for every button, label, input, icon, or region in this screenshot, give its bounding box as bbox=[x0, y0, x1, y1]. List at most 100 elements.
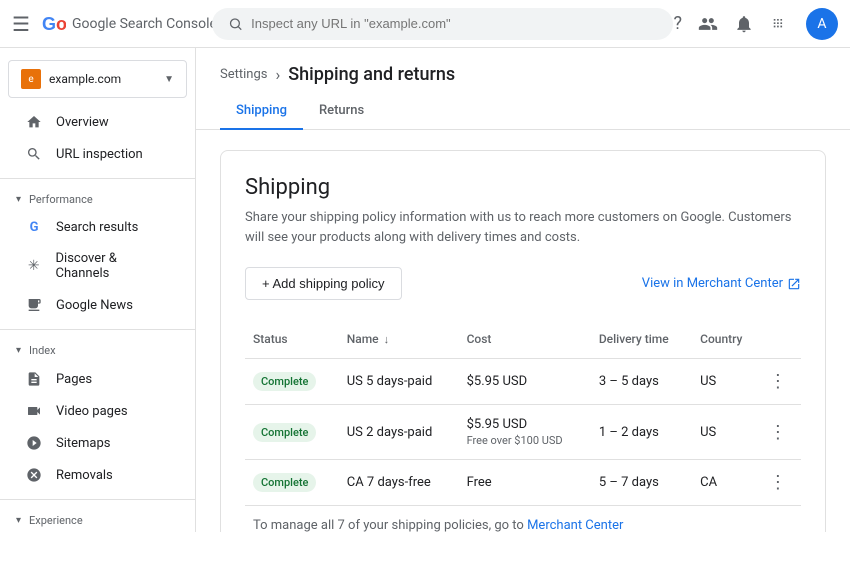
status-badge-complete: Complete bbox=[253, 473, 316, 492]
row-menu-icon[interactable]: ⋮ bbox=[769, 422, 787, 443]
search-icon bbox=[228, 16, 243, 32]
avatar[interactable]: A bbox=[806, 8, 838, 40]
breadcrumb-current: Shipping and returns bbox=[288, 64, 455, 85]
sidebar-item-pages[interactable]: Pages bbox=[0, 363, 187, 395]
shipping-title: Shipping bbox=[245, 175, 801, 200]
topbar: ☰ Google Google Search Console ? bbox=[0, 0, 850, 48]
col-name[interactable]: Name ↓ bbox=[339, 320, 459, 359]
row-menu-icon[interactable]: ⋮ bbox=[769, 371, 787, 392]
url-inspection-icon bbox=[24, 146, 44, 162]
status-badge-complete: Complete bbox=[253, 372, 316, 391]
apps-icon[interactable] bbox=[770, 14, 790, 34]
pages-label: Pages bbox=[56, 372, 92, 387]
row2-status: Complete bbox=[245, 405, 339, 460]
sidebar-item-google-news[interactable]: Google News bbox=[0, 289, 187, 321]
removals-label: Removals bbox=[56, 468, 113, 483]
content-area: Shipping Share your shipping policy info… bbox=[196, 130, 850, 532]
performance-header[interactable]: ▾ Performance bbox=[0, 187, 195, 212]
shipping-description: Share your shipping policy information w… bbox=[245, 208, 801, 247]
row2-menu[interactable]: ⋮ bbox=[761, 405, 801, 460]
overview-label: Overview bbox=[56, 115, 109, 130]
row1-menu[interactable]: ⋮ bbox=[761, 359, 801, 405]
bell-icon[interactable] bbox=[734, 14, 754, 34]
sitemaps-label: Sitemaps bbox=[56, 436, 111, 451]
row-menu-icon[interactable]: ⋮ bbox=[769, 472, 787, 493]
help-icon[interactable]: ? bbox=[673, 13, 682, 34]
property-selector[interactable]: e example.com ▼ bbox=[8, 60, 187, 98]
sidebar-item-sitemaps[interactable]: Sitemaps bbox=[0, 427, 187, 459]
dropdown-arrow-icon: ▼ bbox=[164, 74, 174, 85]
add-shipping-policy-button[interactable]: + Add shipping policy bbox=[245, 267, 402, 300]
index-header[interactable]: ▾ Index bbox=[0, 338, 195, 363]
app-title: Google Search Console bbox=[72, 16, 217, 32]
video-pages-icon bbox=[24, 403, 44, 419]
pages-icon bbox=[24, 371, 44, 387]
index-label: Index bbox=[29, 344, 56, 357]
row3-menu[interactable]: ⋮ bbox=[761, 460, 801, 506]
row1-country: US bbox=[692, 359, 761, 405]
row3-cost: Free bbox=[459, 460, 591, 506]
breadcrumb-parent[interactable]: Settings bbox=[220, 67, 267, 82]
property-icon: e bbox=[21, 69, 41, 89]
property-name: example.com bbox=[49, 72, 156, 86]
sidebar-item-overview[interactable]: Overview bbox=[0, 106, 187, 138]
experience-header[interactable]: ▾ Experience bbox=[0, 508, 195, 532]
performance-chevron-icon: ▾ bbox=[16, 194, 21, 205]
breadcrumb-separator: › bbox=[275, 65, 280, 84]
search-results-label: Search results bbox=[56, 220, 138, 235]
tab-returns[interactable]: Returns bbox=[303, 93, 380, 130]
breadcrumb: Settings › Shipping and returns bbox=[196, 48, 850, 85]
row1-delivery: 3 – 5 days bbox=[591, 359, 692, 405]
cost-sub-text: Free over $100 USD bbox=[467, 434, 583, 447]
tabs: Shipping Returns bbox=[196, 93, 850, 130]
row1-status: Complete bbox=[245, 359, 339, 405]
sidebar-item-search-results[interactable]: G Search results bbox=[0, 212, 187, 243]
footer-text: To manage all 7 of your shipping policie… bbox=[253, 518, 527, 532]
google-news-icon bbox=[24, 297, 44, 313]
discover-icon: ✳ bbox=[24, 258, 44, 274]
logo-area: Google Google Search Console bbox=[42, 12, 217, 36]
sidebar-item-removals[interactable]: Removals bbox=[0, 459, 187, 491]
table-row: Complete CA 7 days-free Free 5 – 7 days … bbox=[245, 460, 801, 506]
search-input[interactable] bbox=[251, 16, 657, 31]
table-body: Complete US 5 days-paid $5.95 USD 3 – 5 … bbox=[245, 359, 801, 506]
svg-text:Google: Google bbox=[42, 14, 66, 34]
google-news-label: Google News bbox=[56, 298, 133, 313]
search-bar[interactable] bbox=[212, 8, 673, 40]
shipping-card: Shipping Share your shipping policy info… bbox=[220, 150, 826, 532]
status-badge-complete: Complete bbox=[253, 423, 316, 442]
menu-icon[interactable]: ☰ bbox=[12, 12, 30, 36]
nav-section-experience: ▾ Experience Page Experience Core Web Vi… bbox=[0, 504, 195, 532]
sidebar: e example.com ▼ Overview URL inspection … bbox=[0, 48, 196, 532]
topbar-left: ☰ Google Google Search Console bbox=[12, 12, 212, 36]
shipping-table: Status Name ↓ Cost Delivery time Country… bbox=[245, 320, 801, 505]
table-row: Complete US 5 days-paid $5.95 USD 3 – 5 … bbox=[245, 359, 801, 405]
google-logo: Google bbox=[42, 12, 66, 36]
main-content: Settings › Shipping and returns Shipping… bbox=[196, 48, 850, 532]
nav-section-index: ▾ Index Pages Video pages Sitemaps Rem bbox=[0, 334, 195, 495]
merchant-center-link[interactable]: Merchant Center bbox=[527, 518, 623, 532]
tab-shipping[interactable]: Shipping bbox=[220, 93, 303, 130]
removals-icon bbox=[24, 467, 44, 483]
nav-section-main: Overview URL inspection bbox=[0, 102, 195, 174]
search-results-icon: G bbox=[24, 220, 44, 235]
row2-name: US 2 days-paid bbox=[339, 405, 459, 460]
experience-label: Experience bbox=[29, 514, 83, 527]
sidebar-item-video-pages[interactable]: Video pages bbox=[0, 395, 187, 427]
people-icon[interactable] bbox=[698, 14, 718, 34]
row3-status: Complete bbox=[245, 460, 339, 506]
nav-section-performance: ▾ Performance G Search results ✳ Discove… bbox=[0, 183, 195, 325]
sidebar-item-discover[interactable]: ✳ Discover & Channels bbox=[0, 243, 187, 289]
col-country: Country bbox=[692, 320, 761, 359]
home-icon bbox=[24, 114, 44, 130]
row3-name: CA 7 days-free bbox=[339, 460, 459, 506]
sidebar-item-url-inspection[interactable]: URL inspection bbox=[0, 138, 187, 170]
sort-icon: ↓ bbox=[384, 333, 390, 346]
sitemaps-icon bbox=[24, 435, 44, 451]
external-link-icon bbox=[787, 277, 801, 291]
view-merchant-center-link[interactable]: View in Merchant Center bbox=[642, 276, 801, 291]
card-actions: + Add shipping policy View in Merchant C… bbox=[245, 267, 801, 300]
col-actions bbox=[761, 320, 801, 359]
view-link-text: View in Merchant Center bbox=[642, 276, 783, 291]
topbar-right: ? A bbox=[673, 8, 838, 40]
